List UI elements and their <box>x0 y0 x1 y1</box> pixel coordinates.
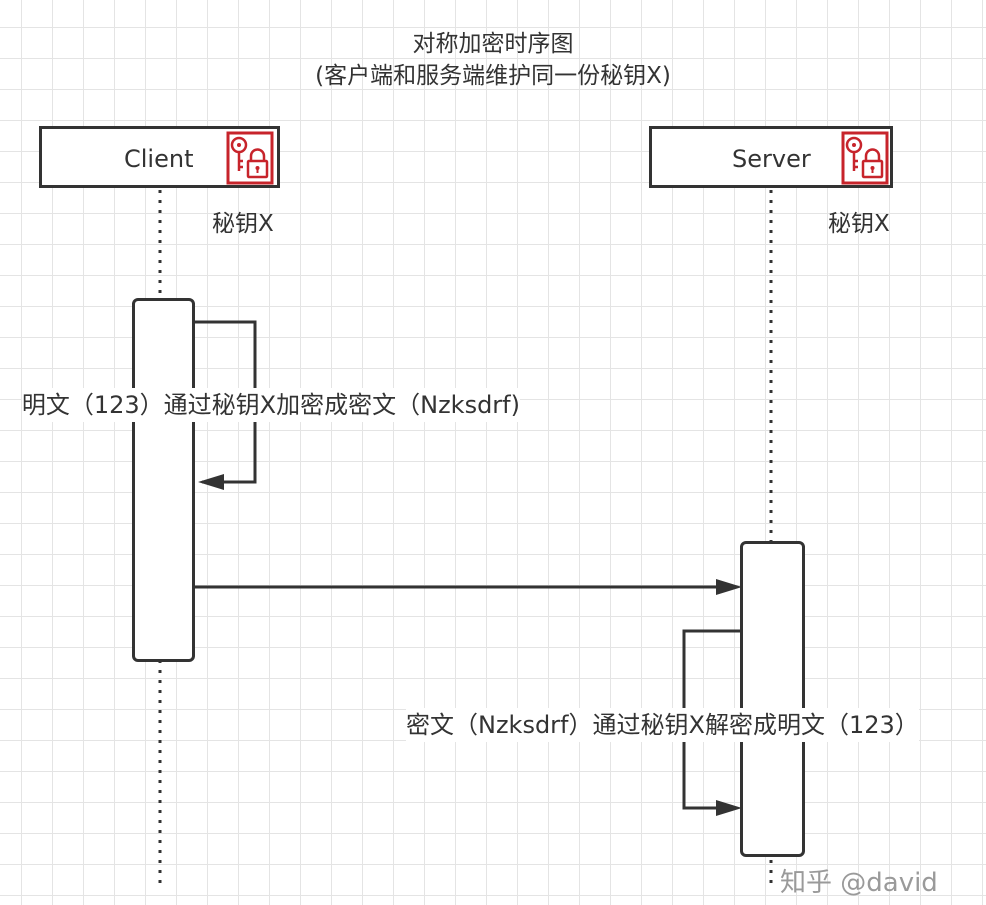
key-lock-icon <box>226 131 274 189</box>
server-key-label: 秘钥X <box>828 211 890 237</box>
participant-client[interactable]: Client <box>39 126 280 188</box>
server-activation-bar <box>740 541 805 857</box>
participant-name: Client <box>124 145 194 173</box>
client-to-server-arrowhead <box>716 579 742 595</box>
participant-name: Server <box>732 145 811 173</box>
participant-server[interactable]: Server <box>649 126 893 188</box>
watermark: 知乎 @david <box>780 868 938 898</box>
client-self-message-label: 明文（123）通过秘钥X加密成密文（Nzksdrf) <box>21 388 520 422</box>
server-self-arrowhead <box>716 800 742 816</box>
key-lock-icon <box>841 131 889 189</box>
client-activation-bar <box>132 298 195 662</box>
client-key-label: 秘钥X <box>212 211 274 237</box>
client-self-arrowhead <box>198 474 224 490</box>
server-self-message-label: 密文（Nzksdrf）通过秘钥X解密成明文（123） <box>406 708 919 742</box>
